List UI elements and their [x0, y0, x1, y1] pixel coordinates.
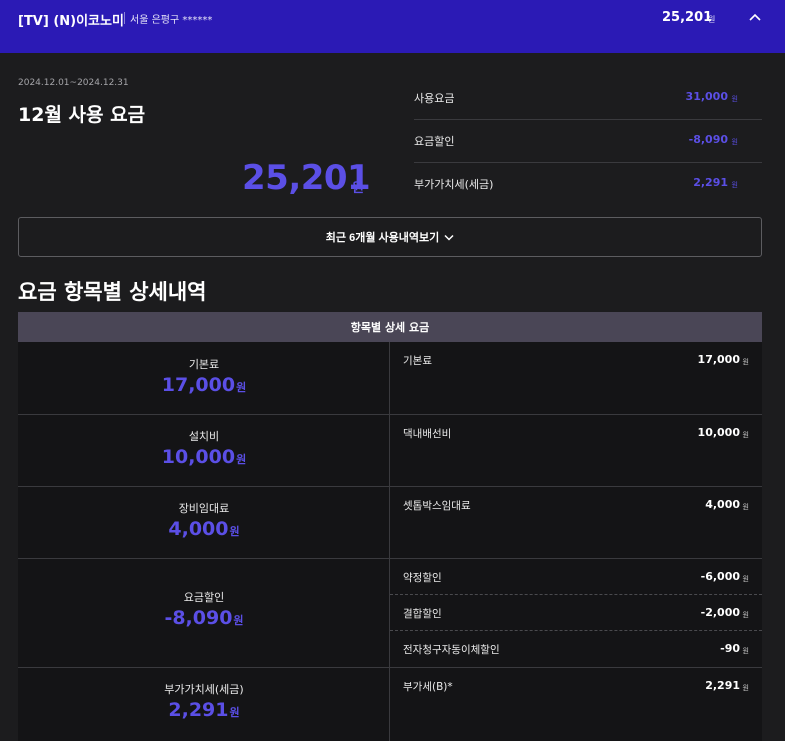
item-unit: 원: [742, 358, 749, 366]
item-value: 17,000: [697, 353, 740, 366]
total-amount: 25,201: [242, 158, 371, 198]
group-summary: 기본료 17,000원: [18, 342, 390, 414]
item-value: -2,000: [700, 606, 740, 619]
summary-label: 요금할인: [414, 135, 455, 148]
total-amount-unit: 원: [352, 181, 364, 196]
recent-6-months-history-button[interactable]: 최근 6개월 사용내역보기: [18, 217, 762, 257]
item-value: 2,291: [705, 679, 740, 692]
summary-row-discount: 요금할인 -8,090 원: [414, 120, 762, 163]
group-category: 기본료: [188, 358, 220, 371]
item-unit: 원: [742, 575, 749, 583]
detail-group-equipment-rental: 장비임대료 4,000원 셋톱박스임대료 4,000 원: [18, 487, 762, 559]
summary-unit: 원: [731, 138, 738, 146]
group-amount: -8,090원: [164, 607, 244, 629]
group-amount: 2,291원: [168, 699, 240, 721]
detail-item: 기본료 17,000 원: [390, 342, 762, 378]
service-address: 서울 은평구 ******: [130, 15, 213, 26]
detail-group-discount: 요금할인 -8,090원 약정할인 -6,000 원 결합할인 -2,000 원…: [18, 559, 762, 668]
group-summary: 설치비 10,000원: [18, 415, 390, 486]
divider: [124, 12, 125, 24]
summary-unit: 원: [731, 181, 738, 189]
group-category: 요금할인: [183, 591, 225, 604]
section-title: 요금 항목별 상세내역: [18, 280, 207, 304]
item-value: 10,000: [697, 426, 740, 439]
group-category: 장비임대료: [178, 502, 230, 515]
item-name: 셋톱박스임대료: [403, 500, 471, 512]
detail-item: 셋톱박스임대료 4,000 원: [390, 487, 762, 523]
summary-label: 사용요금: [414, 92, 455, 105]
item-value: -90: [720, 642, 740, 655]
detail-item: 결합할인 -2,000 원: [390, 595, 762, 631]
group-summary: 요금할인 -8,090원: [18, 559, 390, 667]
item-name: 결합할인: [403, 608, 442, 620]
top-bar: [TV] (N)이코노미 서울 은평구 ****** 25,201 원: [0, 0, 785, 53]
detail-group-basic-fee: 기본료 17,000원 기본료 17,000 원: [18, 342, 762, 415]
item-unit: 원: [742, 431, 749, 439]
item-unit: 원: [742, 684, 749, 692]
detail-item: 전자청구자동이체할인 -90 원: [390, 631, 762, 667]
item-name: 약정할인: [403, 572, 442, 584]
item-unit: 원: [742, 503, 749, 511]
chevron-down-icon: [444, 234, 454, 241]
summary-value: -8,090: [688, 133, 728, 146]
group-category: 부가가치세(세금): [164, 683, 244, 696]
group-category: 설치비: [188, 430, 220, 443]
table-header: 항목별 상세 요금: [18, 312, 762, 342]
summary-label: 부가가치세(세금): [414, 178, 494, 191]
group-amount: 10,000원: [161, 446, 247, 468]
group-summary: 장비임대료 4,000원: [18, 487, 390, 558]
detail-group-installation: 설치비 10,000원 댁내배선비 10,000 원: [18, 415, 762, 487]
item-value: 4,000: [705, 498, 740, 511]
group-summary: 부가가치세(세금) 2,291원: [18, 668, 390, 741]
item-name: 부가세(B)*: [403, 681, 453, 693]
item-name: 댁내배선비: [403, 428, 452, 440]
chevron-up-icon[interactable]: [746, 8, 764, 26]
header-total-unit: 원: [708, 15, 716, 24]
summary-value: 31,000: [685, 90, 728, 103]
summary-row-vat: 부가가치세(세금) 2,291 원: [414, 163, 762, 206]
billing-period: 2024.12.01~2024.12.31: [18, 78, 129, 88]
history-button-label: 최근 6개월 사용내역보기: [325, 232, 440, 244]
summary-row-usage: 사용요금 31,000 원: [414, 77, 762, 120]
group-amount: 17,000원: [161, 374, 247, 396]
detail-group-vat: 부가가치세(세금) 2,291원 부가세(B)* 2,291 원: [18, 668, 762, 741]
detail-item: 댁내배선비 10,000 원: [390, 415, 762, 451]
page-title: 12월 사용 요금: [18, 104, 146, 126]
detail-item: 부가세(B)* 2,291 원: [390, 668, 762, 704]
item-value: -6,000: [700, 570, 740, 583]
item-name: 전자청구자동이체할인: [403, 644, 500, 656]
detail-item: 약정할인 -6,000 원: [390, 559, 762, 595]
table-header-label: 항목별 상세 요금: [350, 321, 430, 334]
header-total-amount: 25,201: [662, 10, 713, 25]
item-unit: 원: [742, 611, 749, 619]
summary-unit: 원: [731, 95, 738, 103]
item-unit: 원: [742, 647, 749, 655]
group-amount: 4,000원: [168, 518, 240, 540]
item-name: 기본료: [403, 355, 432, 367]
product-title: [TV] (N)이코노미: [18, 14, 124, 29]
summary-value: 2,291: [693, 176, 728, 189]
